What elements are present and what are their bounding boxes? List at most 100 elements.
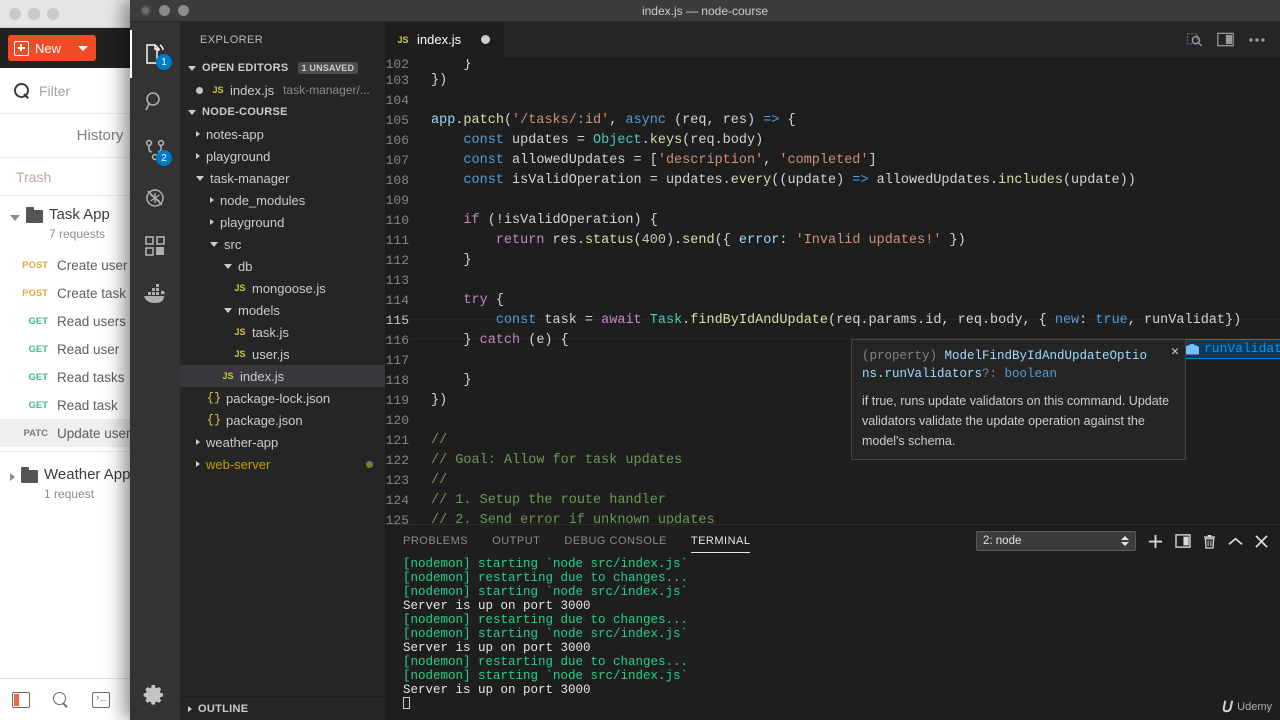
tab-terminal[interactable]: TERMINAL bbox=[690, 525, 751, 557]
tree-item-label: task.js bbox=[252, 324, 289, 340]
line-number: 108 bbox=[385, 173, 409, 188]
tree-item-notes-app[interactable]: notes-app bbox=[180, 123, 385, 145]
activity-item-search[interactable] bbox=[130, 78, 180, 126]
activity-item-extensions[interactable] bbox=[130, 222, 180, 270]
suggestion-item-runvalidators[interactable]: runValidators bbox=[1180, 339, 1280, 359]
activity-item-run-debug[interactable] bbox=[130, 174, 180, 222]
open-editor-index-js[interactable]: JS index.js task-manager/... bbox=[180, 79, 385, 101]
chevron-right-icon[interactable] bbox=[210, 219, 214, 225]
line-content: }) bbox=[431, 391, 447, 411]
terminal-selector[interactable]: 2: node bbox=[976, 531, 1136, 551]
search-icon[interactable] bbox=[52, 691, 70, 708]
close-panel-icon[interactable] bbox=[1255, 534, 1268, 548]
tok: // bbox=[431, 473, 448, 488]
chevron-down-icon[interactable] bbox=[196, 175, 204, 181]
tab-problems[interactable]: PROBLEMS bbox=[403, 525, 468, 557]
code-line: 110 if (!isValidOperation) { bbox=[385, 211, 1280, 231]
line-number: 109 bbox=[385, 193, 409, 208]
sidebar-toggle-icon[interactable] bbox=[12, 691, 30, 708]
suggestion-match: runValidat bbox=[1204, 341, 1280, 356]
tab-output[interactable]: OUTPUT bbox=[492, 525, 540, 557]
line-number: 124 bbox=[385, 493, 409, 508]
tree-item-mongoose-js[interactable]: JS mongoose.js bbox=[180, 277, 385, 299]
chevron-right-icon[interactable] bbox=[10, 473, 15, 481]
line-content: } catch (e) { bbox=[431, 331, 568, 351]
chevron-right-icon[interactable] bbox=[196, 439, 200, 445]
tok: ). bbox=[665, 233, 683, 248]
tok: ( bbox=[633, 233, 642, 248]
split-editor-icon[interactable] bbox=[1217, 32, 1234, 47]
tree-item-weather-app[interactable]: weather-app bbox=[180, 431, 385, 453]
new-button-label: New bbox=[35, 40, 62, 56]
tok: , bbox=[609, 113, 626, 128]
code-line: 112 } bbox=[385, 251, 1280, 271]
new-button[interactable]: New bbox=[8, 35, 96, 61]
window-close-button[interactable] bbox=[9, 7, 21, 20]
tree-item-package-lock-json[interactable]: {} package-lock.json bbox=[180, 387, 385, 409]
chevron-down-icon[interactable] bbox=[188, 65, 196, 71]
activity-item-settings[interactable] bbox=[130, 682, 180, 708]
tree-item-playground-nested[interactable]: playground bbox=[180, 211, 385, 233]
chevron-down-icon[interactable] bbox=[210, 241, 218, 247]
code-line: 109 bbox=[385, 191, 1280, 211]
tree-item-package-json[interactable]: {} package.json bbox=[180, 409, 385, 431]
chevron-right-icon[interactable] bbox=[196, 131, 200, 137]
tree-item-node-modules[interactable]: node_modules bbox=[180, 189, 385, 211]
maximize-panel-icon[interactable] bbox=[1228, 536, 1243, 547]
chevron-down-icon[interactable] bbox=[224, 307, 232, 313]
split-search-icon[interactable] bbox=[1186, 31, 1203, 48]
tree-item-task-js[interactable]: JS task.js bbox=[180, 321, 385, 343]
close-icon[interactable]: ✕ bbox=[1171, 345, 1179, 358]
chevron-down-icon[interactable] bbox=[10, 215, 20, 221]
terminal-line: Server is up on port 3000 bbox=[403, 683, 591, 697]
console-icon[interactable] bbox=[92, 691, 110, 708]
chevron-down-icon[interactable] bbox=[188, 109, 196, 115]
line-content: if (!isValidOperation) { bbox=[431, 211, 657, 231]
tok: , runValidat}) bbox=[1127, 313, 1242, 328]
filter-input-placeholder[interactable]: Filter bbox=[39, 83, 70, 99]
split-terminal-icon[interactable] bbox=[1175, 534, 1191, 548]
terminal-output[interactable]: [nodemon] starting `node src/index.js` [… bbox=[385, 557, 1280, 720]
tok: new bbox=[1054, 313, 1080, 328]
tree-item-playground[interactable]: playground bbox=[180, 145, 385, 167]
tab-index-js[interactable]: JS index.js bbox=[385, 22, 505, 57]
chevron-right-icon[interactable] bbox=[196, 461, 200, 467]
section-outline[interactable]: OUTLINE bbox=[180, 696, 385, 720]
chevron-right-icon[interactable] bbox=[188, 705, 192, 712]
tree-item-src[interactable]: src bbox=[180, 233, 385, 255]
tree-item-index-js[interactable]: JS index.js bbox=[180, 365, 385, 387]
chevron-down-icon[interactable] bbox=[78, 45, 88, 51]
tok: try bbox=[463, 293, 488, 308]
editor-actions bbox=[1186, 22, 1280, 57]
tok: 'completed' bbox=[779, 153, 869, 168]
tree-item-task-manager[interactable]: task-manager bbox=[180, 167, 385, 189]
activity-item-explorer[interactable]: 1 bbox=[130, 30, 180, 78]
chevron-right-icon[interactable] bbox=[196, 153, 200, 159]
tree-item-models[interactable]: models bbox=[180, 299, 385, 321]
window-maximize-button[interactable] bbox=[47, 7, 59, 20]
section-open-editors[interactable]: OPEN EDITORS 1 UNSAVED bbox=[180, 57, 385, 79]
tree-item-user-js[interactable]: JS user.js bbox=[180, 343, 385, 365]
tab-debug-console[interactable]: DEBUG CONSOLE bbox=[564, 525, 666, 557]
editor-area: JS index.js 102} 103}) 104 105 app.pat… bbox=[385, 22, 1280, 720]
code-line: 111 return res.status(400).send({ error:… bbox=[385, 231, 1280, 251]
section-node-course[interactable]: NODE-COURSE bbox=[180, 101, 385, 123]
more-actions-icon[interactable] bbox=[1248, 37, 1266, 43]
add-terminal-icon[interactable] bbox=[1148, 534, 1163, 549]
window-minimize-button[interactable] bbox=[28, 7, 40, 20]
tree-item-db[interactable]: db bbox=[180, 255, 385, 277]
line-number: 114 bbox=[385, 293, 409, 308]
code-editor[interactable]: 102 } 103 }) 104 105 app.patch('/tasks/:… bbox=[385, 57, 1280, 524]
chevron-down-icon[interactable] bbox=[224, 263, 232, 269]
activity-item-source-control[interactable]: 2 bbox=[130, 126, 180, 174]
stepper-icon[interactable] bbox=[1121, 536, 1129, 546]
tree-item-web-server[interactable]: web-server bbox=[180, 453, 385, 475]
code-line: 114 try { bbox=[385, 291, 1280, 311]
tok: (update)) bbox=[1062, 173, 1136, 188]
unsaved-dot-icon[interactable] bbox=[481, 35, 491, 44]
chevron-right-icon[interactable] bbox=[210, 197, 214, 203]
tok: (req, res) bbox=[665, 113, 764, 128]
activity-item-docker[interactable] bbox=[130, 270, 180, 318]
line-number: 119 bbox=[385, 393, 409, 408]
kill-terminal-icon[interactable] bbox=[1203, 534, 1216, 549]
